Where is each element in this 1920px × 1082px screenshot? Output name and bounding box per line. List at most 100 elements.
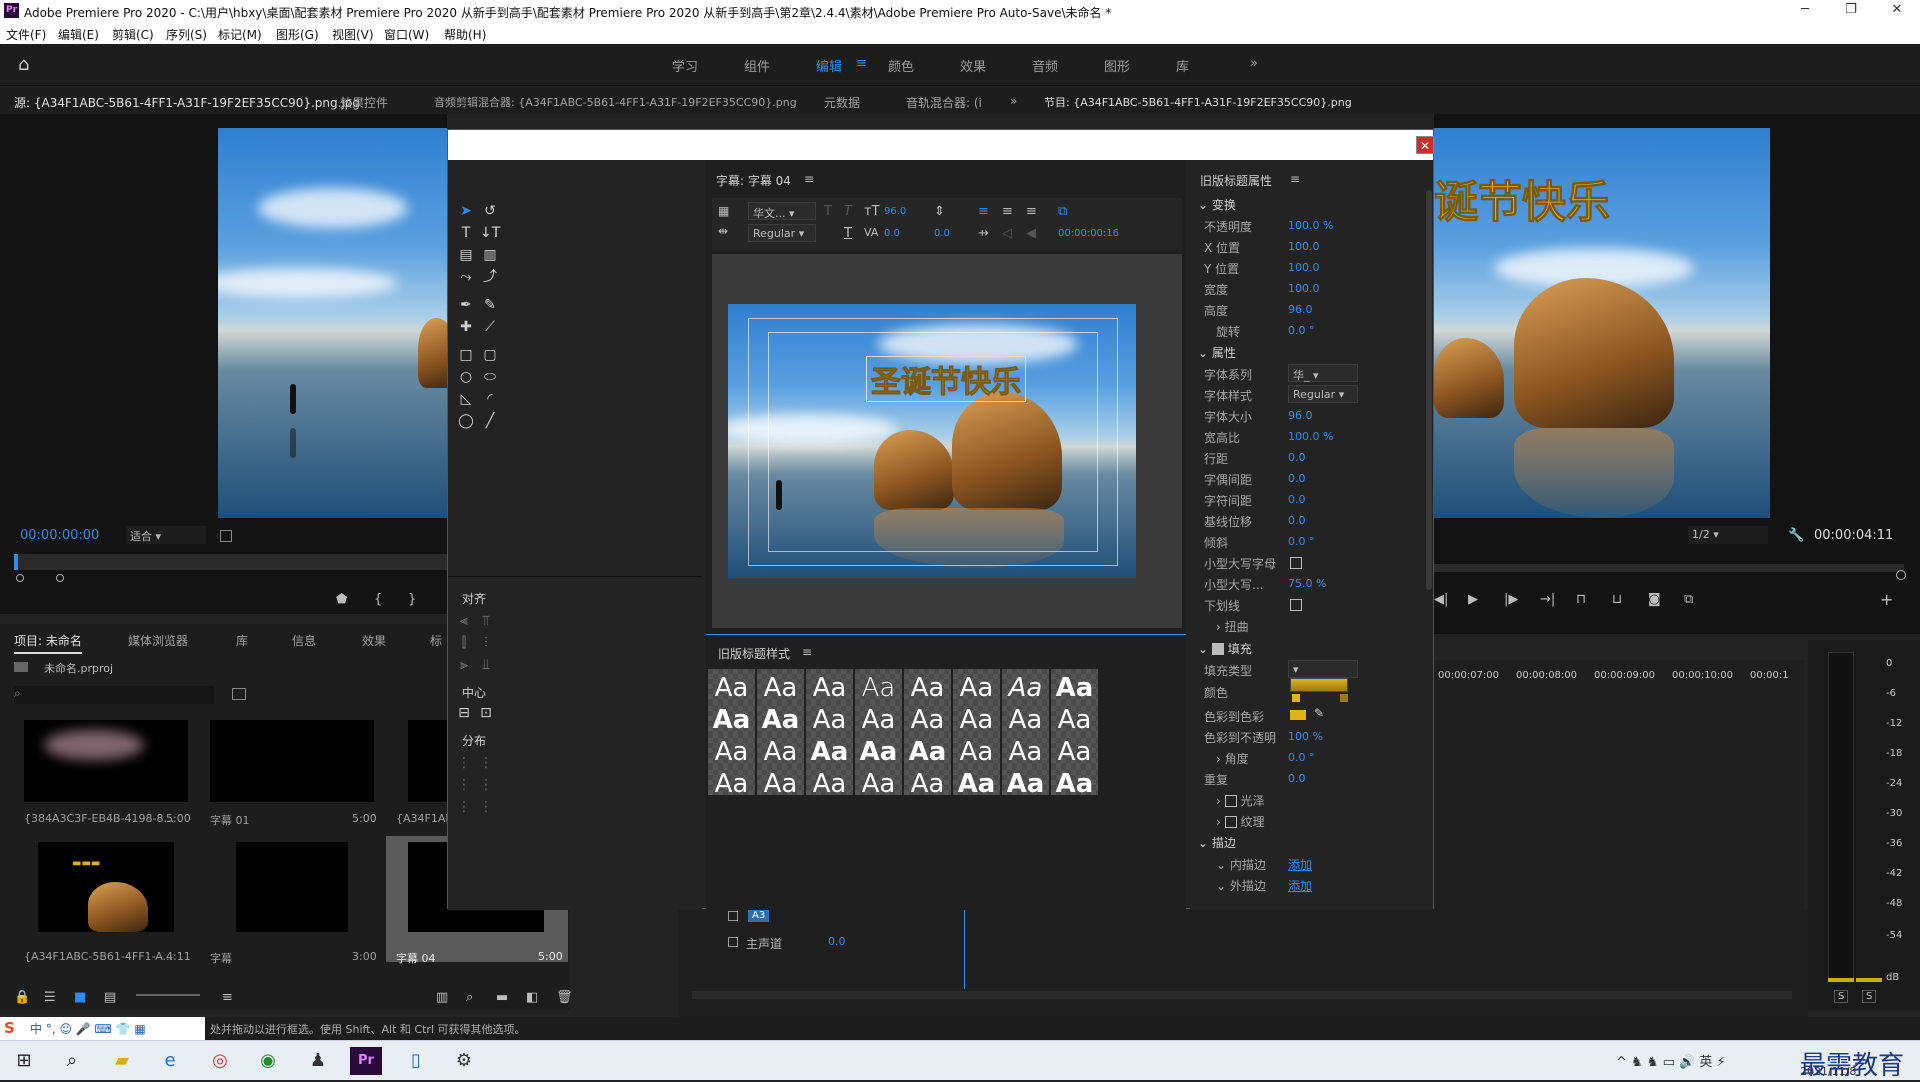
qq-icon[interactable]: ♟ <box>302 1047 334 1075</box>
new-bin-button-icon[interactable]: ▬ <box>496 990 508 1005</box>
add-anchor-tool-icon[interactable]: ✚ <box>456 318 476 336</box>
chrome-icon[interactable]: ◉ <box>252 1047 284 1075</box>
workspace-learn[interactable]: 学习 <box>672 56 698 75</box>
play-icon[interactable]: ▶ <box>1468 592 1478 607</box>
type-tool-icon[interactable]: T <box>456 224 476 242</box>
angle-value[interactable]: 0.0 ° <box>1288 751 1315 764</box>
tab-metadata[interactable]: 元数据 <box>824 94 860 111</box>
menu-marker[interactable]: 标记(M) <box>218 26 262 43</box>
tab-audio-track-mixer[interactable]: 音轨混合器: (i <box>906 94 982 111</box>
tab-media-browser[interactable]: 媒体浏览器 <box>128 632 188 649</box>
add-inner-stroke-link[interactable]: 添加 <box>1288 856 1312 873</box>
project-thumb[interactable] <box>210 720 374 802</box>
align-right-icon[interactable]: ⫸ <box>454 656 474 674</box>
show-background-video-icon[interactable]: ⧉ <box>1058 204 1067 219</box>
line-tool-icon[interactable]: ╱ <box>480 412 500 430</box>
selection-tool-icon[interactable]: ➤ <box>456 202 476 220</box>
rotation-tool-icon[interactable]: ↺ <box>480 202 500 220</box>
distribute-icon[interactable]: ⋮ <box>476 776 496 794</box>
aspect-value[interactable]: 100.0 % <box>1288 430 1333 443</box>
tab-stops-icon[interactable]: ⇹ <box>718 224 728 238</box>
tab-more[interactable]: 标 <box>430 632 442 649</box>
sort-icon[interactable]: ≡ <box>222 990 233 1005</box>
app-icon[interactable]: ▯ <box>400 1047 432 1075</box>
center-vertical-icon[interactable]: ⊡ <box>476 704 496 722</box>
project-thumb[interactable] <box>236 842 348 932</box>
add-button-icon[interactable]: + <box>1880 590 1893 609</box>
freeform-view-icon[interactable]: ▤ <box>104 990 116 1005</box>
program-timecode[interactable]: 00:00:04:11 <box>1814 528 1893 543</box>
lock-icon[interactable]: 🔒 <box>14 990 30 1005</box>
style-sample[interactable]: Aa <box>855 765 902 795</box>
more-tabs-icon[interactable]: » <box>1010 94 1017 108</box>
sogou-icon[interactable]: S <box>4 1019 15 1037</box>
menu-help[interactable]: 帮助(H) <box>444 26 486 43</box>
bold-icon[interactable]: T <box>824 204 832 219</box>
repeat-value[interactable]: 0.0 <box>1288 772 1306 785</box>
wrench-icon[interactable]: 🔧 <box>1788 528 1804 543</box>
center-horizontal-icon[interactable]: ⊟ <box>454 704 474 722</box>
properties-menu-icon[interactable]: ≡ <box>1290 172 1300 186</box>
texture-checkbox[interactable] <box>1224 816 1237 828</box>
font-size-value[interactable]: 96.0 <box>884 206 906 217</box>
fill-type-dropdown[interactable]: ▾ <box>1288 660 1358 678</box>
tab-audio-clip-mixer[interactable]: 音频剪辑混合器: {A34F1ABC-5B61-4FF1-A31F-19F2EF… <box>434 94 797 110</box>
align-top-icon[interactable]: ⫪ <box>476 612 496 630</box>
vertical-area-type-icon[interactable]: ▥ <box>480 246 500 264</box>
track-a3-label[interactable]: A3 <box>748 909 770 922</box>
background-timecode[interactable]: 00:00:00:16 <box>1058 228 1119 239</box>
ime-toolbar[interactable]: S 中 °, ☺ 🎤 ⌨ 👕 ▦ <box>0 1017 205 1040</box>
menu-clip[interactable]: 剪辑(C) <box>112 26 154 43</box>
project-search-input[interactable]: ⌕ <box>14 686 214 704</box>
menu-window[interactable]: 窗口(W) <box>384 26 429 43</box>
distribute-icon[interactable]: ⋮ <box>476 754 496 772</box>
list-view-icon[interactable]: ☰ <box>44 990 56 1005</box>
minimize-button[interactable]: ─ <box>1790 2 1820 20</box>
resolution-dropdown[interactable]: 1/2 ▾ <box>1688 526 1768 544</box>
go-to-out-icon[interactable]: →| <box>1540 592 1555 607</box>
program-scrubber[interactable] <box>1434 564 1904 572</box>
rotation-value[interactable]: 0.0 ° <box>1288 324 1315 337</box>
align-vcenter-icon[interactable]: ⫶ <box>476 634 496 652</box>
align-left-icon[interactable]: ⫷ <box>454 612 474 630</box>
workspace-assembly[interactable]: 组件 <box>744 56 770 75</box>
project-thumb[interactable] <box>24 720 188 802</box>
project-thumb[interactable] <box>408 720 448 802</box>
zoom-handle[interactable] <box>1896 570 1906 580</box>
strokes-section[interactable]: ⌄ 描边 <box>1198 834 1236 851</box>
master-lock-icon[interactable] <box>728 937 738 947</box>
gradient-ramp[interactable] <box>1290 678 1348 692</box>
source-scrubber[interactable] <box>14 554 447 570</box>
zoom-handle-right[interactable] <box>56 574 64 582</box>
rounded-rect-tool-icon[interactable]: ▢ <box>480 346 500 364</box>
kerning-icon[interactable]: VA <box>864 226 878 239</box>
leading-icon[interactable]: ⇕ <box>934 204 945 219</box>
workspace-effects[interactable]: 效果 <box>960 56 986 75</box>
align-left-text-icon[interactable]: ≡ <box>978 204 989 219</box>
export-frame-icon[interactable]: ◙ <box>1648 592 1661 607</box>
align-right-text-icon[interactable]: ≡ <box>1026 204 1037 219</box>
vertical-path-type-icon[interactable]: ⤴ <box>480 268 500 286</box>
align-center-text-icon[interactable]: ≡ <box>1002 204 1013 219</box>
workspace-more-icon[interactable]: » <box>1250 56 1258 71</box>
add-outer-stroke-link[interactable]: 添加 <box>1288 877 1312 894</box>
lift-icon[interactable]: ⊓ <box>1576 592 1586 607</box>
mark-in-icon[interactable]: { <box>374 592 382 607</box>
tab-stops-text-icon[interactable]: ⇸ <box>978 226 989 241</box>
tray-icons[interactable]: ^ ♞ ♞ ▭ 🔊 英 ⚡ <box>1616 1051 1726 1070</box>
solo-right-button[interactable]: S <box>1862 990 1877 1003</box>
convert-anchor-tool-icon[interactable]: ⟋ <box>480 318 500 336</box>
menu-graphics[interactable]: 图形(G) <box>276 26 319 43</box>
italic-icon[interactable]: T <box>844 204 852 219</box>
sheen-checkbox[interactable] <box>1224 795 1237 807</box>
workspace-color[interactable]: 颜色 <box>888 56 914 75</box>
kerning-prop-value[interactable]: 0.0 <box>1288 472 1306 485</box>
step-forward-icon[interactable]: |▶ <box>1504 592 1518 607</box>
zoom-slider[interactable] <box>136 994 200 996</box>
underline-checkbox[interactable] <box>1290 599 1302 611</box>
ellipse-tool-icon[interactable]: ◯ <box>456 412 476 430</box>
panel-menu-icon[interactable]: ≡ <box>804 172 814 186</box>
font-family-prop-dropdown[interactable]: 华_ ▾ <box>1288 364 1358 382</box>
font-style-prop-dropdown[interactable]: Regular ▾ <box>1288 385 1358 403</box>
tab-libraries[interactable]: 库 <box>236 632 248 649</box>
